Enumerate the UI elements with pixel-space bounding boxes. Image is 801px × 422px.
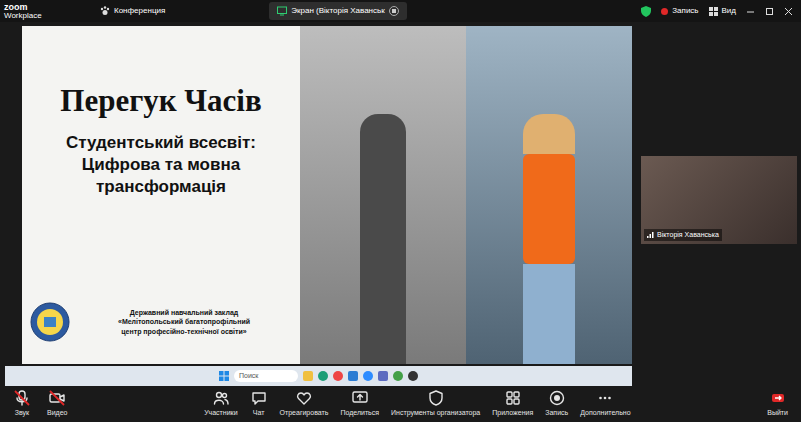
grid-icon: [709, 7, 718, 16]
minimize-icon[interactable]: [746, 7, 755, 16]
toolbar-button[interactable]: Поделиться: [337, 387, 382, 421]
app-icon[interactable]: [378, 371, 388, 381]
subtitle-line: Студентський всесвіт:: [66, 132, 256, 154]
toolbar-label: Чат: [253, 408, 265, 419]
taskbar: Поиск: [5, 366, 632, 386]
photo-past: [300, 26, 466, 364]
institution-logo-icon: [30, 302, 70, 342]
title-bar: zoom Workplace Конференция Экран (Вікторі…: [0, 0, 801, 22]
record-label: Запись: [672, 5, 698, 17]
view-button[interactable]: Вид: [709, 5, 736, 17]
logo-text: zoom: [4, 3, 64, 12]
participants-panel: Вікторія Хаванська: [641, 22, 801, 386]
tab[interactable]: Конференция: [92, 2, 173, 20]
share-screen-icon: [351, 389, 369, 407]
shared-screen: Перегук Часів Студентський всесвіт:Цифро…: [5, 26, 632, 386]
toolbar-center: Участники Чат Отреагировать Поделиться Инстр…: [201, 387, 633, 421]
meeting-toolbar: Звук Видео Участники Чат Отреагировать Подели…: [0, 386, 801, 422]
more-dots-icon: [596, 389, 614, 407]
app-icon[interactable]: [408, 371, 418, 381]
toolbar-left: Звук Видео: [10, 387, 70, 421]
toolbar-label: Приложения: [492, 408, 533, 419]
maximize-icon[interactable]: [765, 7, 774, 16]
institution-line: «Мелітопольський багатопрофільний: [118, 317, 250, 326]
chrome-icon[interactable]: [333, 371, 343, 381]
toolbar-button[interactable]: Видео: [44, 387, 70, 421]
institution: Державний навчальний заклад«Мелітопольсь…: [30, 302, 292, 342]
tab[interactable]: Экран (Вікторія Хаванськ: [269, 2, 406, 20]
toolbar-button[interactable]: Звук: [10, 387, 34, 421]
microphone-icon: [13, 389, 31, 407]
zoom-taskbar-icon[interactable]: [363, 371, 373, 381]
toolbar-label: Выйти: [767, 408, 788, 419]
toolbar-button[interactable]: Дополнительно: [577, 387, 633, 421]
institution-line: центр професійно-технічної освіти»: [121, 327, 246, 336]
slide-title: Перегук Часів: [60, 84, 261, 118]
edge-icon[interactable]: [318, 371, 328, 381]
shield-icon: [427, 389, 445, 407]
view-label: Вид: [722, 5, 736, 17]
windows-icon[interactable]: [219, 371, 229, 381]
slide: Перегук Часів Студентський всесвіт:Цифро…: [22, 26, 632, 364]
figure-past: [360, 114, 406, 364]
signal-icon: [647, 232, 654, 238]
toolbar-label: Запись: [545, 408, 568, 419]
toolbar-button[interactable]: Выйти: [764, 387, 791, 421]
paw-icon: [100, 6, 110, 16]
toolbar-label: Отреагировать: [280, 408, 329, 419]
toolbar-right: Выйти: [764, 387, 791, 421]
toolbar-button[interactable]: Участники: [201, 387, 240, 421]
zoom-logo: zoom Workplace: [4, 3, 64, 20]
toolbar-label: Звук: [15, 408, 29, 419]
slide-paper: Перегук Часів Студентський всесвіт:Цифро…: [22, 26, 300, 364]
toolbar-label: Инструменты организатора: [391, 408, 480, 419]
logo-sub: Workplace: [4, 12, 64, 20]
figure-present: [523, 114, 575, 364]
heart-icon: [295, 389, 313, 407]
toolbar-button[interactable]: Отреагировать: [277, 387, 332, 421]
camera-icon: [48, 389, 66, 407]
people-icon: [212, 389, 230, 407]
toolbar-label: Участники: [204, 408, 237, 419]
chat-icon: [250, 389, 268, 407]
taskbar-search[interactable]: Поиск: [234, 370, 298, 382]
participant-label: Вікторія Хаванська: [644, 229, 722, 242]
record-indicator[interactable]: Запись: [661, 5, 698, 17]
institution-name: Державний навчальний заклад«Мелітопольсь…: [76, 308, 292, 336]
tab-label: Экран (Вікторія Хаванськ: [291, 5, 384, 17]
app-icon[interactable]: [393, 371, 403, 381]
toolbar-label: Поделиться: [340, 408, 379, 419]
subtitle-line: Цифрова та мовна: [82, 154, 240, 176]
search-placeholder: Поиск: [239, 371, 258, 382]
toolbar-label: Дополнительно: [580, 408, 630, 419]
slide-photo: [300, 26, 632, 364]
tab-bar: Конференция Экран (Вікторія Хаванськ: [72, 2, 633, 20]
toolbar-button[interactable]: Запись: [542, 387, 571, 421]
toolbar-button[interactable]: Приложения: [489, 387, 536, 421]
app-icon[interactable]: [348, 371, 358, 381]
folder-icon[interactable]: [303, 371, 313, 381]
slide-subtitle: Студентський всесвіт:Цифрова та мовнатра…: [66, 132, 256, 198]
participant-tile[interactable]: Вікторія Хаванська: [641, 156, 797, 244]
leave-icon: [769, 389, 787, 407]
tab-label: Конференция: [114, 5, 165, 17]
toolbar-label: Видео: [47, 408, 67, 419]
institution-line: Державний навчальний заклад: [130, 308, 238, 317]
toolbar-button[interactable]: Чат: [247, 387, 271, 421]
record-icon: [548, 389, 566, 407]
subtitle-line: трансформація: [96, 176, 226, 198]
screen-icon: [277, 6, 287, 16]
close-icon[interactable]: [784, 7, 793, 16]
record-dot-icon: [661, 8, 668, 15]
toolbar-button[interactable]: Инструменты организатора: [388, 387, 483, 421]
top-right: Запись Вид: [641, 5, 797, 17]
photo-present: [466, 26, 632, 364]
apps-grid-icon: [504, 389, 522, 407]
shield-icon: [641, 6, 651, 17]
meeting-area: Перегук Часів Студентський всесвіт:Цифро…: [0, 22, 801, 386]
participant-name: Вікторія Хаванська: [657, 230, 719, 241]
stop-share-icon[interactable]: [389, 6, 399, 16]
